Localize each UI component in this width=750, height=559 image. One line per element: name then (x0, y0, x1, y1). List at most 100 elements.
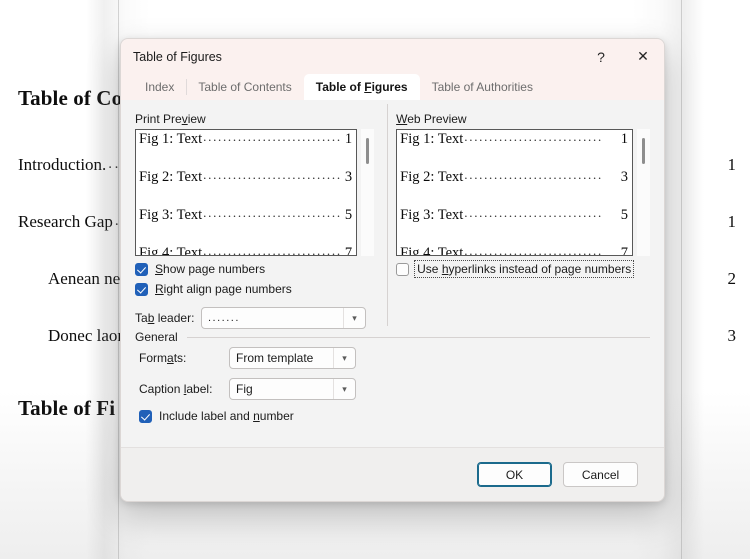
print-preview-box[interactable]: Fig 1: Text ............................… (135, 129, 357, 256)
preview-row-text: Fig 4: Text (400, 245, 463, 256)
formats-row: Formats: From template ▾ (135, 347, 650, 369)
preview-row-page: 7 (345, 245, 352, 256)
preview-row-leader: ............................ (464, 129, 619, 145)
preview-row-page: 5 (621, 207, 628, 224)
preview-row-leader: ............................ (203, 243, 344, 256)
preview-row: Fig 4: Text ............................… (400, 245, 628, 256)
toc-entry-page: 1 (728, 155, 737, 175)
toc-entry-text: Aenean ne (48, 269, 120, 289)
dialog-title: Table of Figures (133, 50, 580, 64)
tab-table-of-figures[interactable]: Table of Figures (304, 74, 420, 100)
preview-panes: Print Preview Fig 1: Text ..............… (135, 112, 650, 329)
use-hyperlinks-row[interactable]: Use hyperlinks instead of page numbers (396, 262, 650, 276)
toc-entry-text: Research Gap (18, 212, 113, 232)
dialog-tabstrip: Index Table of Contents Table of Figures… (121, 74, 664, 100)
preview-row-leader: ............................ (203, 205, 344, 221)
preview-row-page: 5 (345, 207, 352, 224)
preview-row: Fig 3: Text ............................… (400, 207, 628, 245)
include-label-and-number-row[interactable]: Include label and number (135, 409, 650, 423)
dialog-footer: OK Cancel (121, 447, 664, 501)
preview-row: Fig 2: Text ............................… (139, 169, 352, 207)
preview-row-text: Fig 4: Text (139, 245, 202, 256)
tab-leader-select[interactable]: ....... ▾ (201, 307, 366, 329)
print-preview-label: Print Preview (135, 112, 374, 126)
preview-row: Fig 4: Text ............................… (139, 245, 352, 256)
tab-leader-value: ....... (202, 312, 343, 324)
toc-entry-page: 1 (728, 212, 737, 232)
print-preview-wrap: Fig 1: Text ............................… (135, 129, 374, 256)
tab-index[interactable]: Index (133, 74, 186, 100)
caption-label-row: Caption label: Fig ▾ (135, 378, 650, 400)
tab-table-of-authorities[interactable]: Table of Authorities (420, 74, 545, 100)
web-preview-scrollbar[interactable] (637, 129, 650, 256)
tab-leader-label: Tab leader: (135, 311, 201, 325)
ok-button[interactable]: OK (477, 462, 552, 487)
include-label-and-number-checkbox[interactable] (139, 410, 152, 423)
right-align-page-numbers-checkbox[interactable] (135, 283, 148, 296)
right-align-page-numbers-label: Right align page numbers (155, 282, 292, 296)
help-icon[interactable]: ? (580, 40, 622, 74)
preview-row-page: 3 (345, 169, 352, 186)
cancel-button[interactable]: Cancel (563, 462, 638, 487)
use-hyperlinks-checkbox[interactable] (396, 263, 409, 276)
preview-row-page: 3 (621, 169, 628, 186)
tab-leader-row: Tab leader: ....... ▾ (135, 307, 374, 329)
formats-label: Formats: (139, 351, 229, 365)
pane-divider (387, 104, 388, 326)
web-preview-pane: Web Preview Fig 1: Text ................… (396, 112, 650, 329)
preview-row-text: Fig 2: Text (400, 169, 463, 186)
preview-row-page: 7 (621, 245, 628, 256)
page-edge-left (118, 0, 119, 559)
chevron-down-icon[interactable]: ▾ (333, 348, 355, 368)
preview-row-text: Fig 1: Text (400, 131, 463, 148)
dialog-content: Print Preview Fig 1: Text ..............… (121, 100, 664, 475)
close-icon[interactable]: ✕ (622, 40, 664, 74)
preview-row: Fig 2: Text ............................… (400, 169, 628, 207)
preview-row-leader: ............................ (464, 205, 619, 221)
general-legend: General (135, 330, 185, 344)
preview-row-page: 1 (621, 131, 628, 148)
general-rule (187, 337, 650, 338)
right-align-page-numbers-row[interactable]: Right align page numbers (135, 282, 374, 296)
web-preview-label: Web Preview (396, 112, 650, 126)
scrollbar-thumb[interactable] (642, 138, 645, 164)
preview-row-text: Fig 1: Text (139, 131, 202, 148)
scrollbar-thumb[interactable] (366, 138, 369, 164)
show-page-numbers-label: Show page numbers (155, 262, 265, 276)
preview-row-leader: ............................ (203, 167, 344, 183)
general-group: General Formats: From template ▾ Caption… (135, 330, 650, 423)
toc-entry-text: Donec laor (48, 326, 123, 346)
preview-row-leader: ............................ (464, 243, 619, 256)
preview-row: Fig 3: Text ............................… (139, 207, 352, 245)
preview-row: Fig 1: Text ............................… (139, 131, 352, 169)
preview-row-text: Fig 2: Text (139, 169, 202, 186)
preview-row-leader: ............................ (203, 129, 344, 145)
formats-select[interactable]: From template ▾ (229, 347, 356, 369)
page-edge-right (681, 0, 682, 559)
preview-row-page: 1 (345, 131, 352, 148)
table-of-figures-dialog: Table of Figures ? ✕ Index Table of Cont… (120, 38, 665, 502)
tab-table-of-contents[interactable]: Table of Contents (186, 74, 303, 100)
toc-entry-page: 3 (728, 326, 737, 346)
preview-row: Fig 1: Text ............................… (400, 131, 628, 169)
web-preview-wrap: Fig 1: Text ............................… (396, 129, 650, 256)
use-hyperlinks-label: Use hyperlinks instead of page numbers (416, 262, 632, 276)
toc-entry-text: Introduction. (18, 155, 106, 175)
show-page-numbers-checkbox[interactable] (135, 263, 148, 276)
show-page-numbers-row[interactable]: Show page numbers (135, 262, 374, 276)
chevron-down-icon[interactable]: ▾ (343, 308, 365, 328)
caption-label-label: Caption label: (139, 382, 229, 396)
preview-row-text: Fig 3: Text (139, 207, 202, 224)
print-preview-pane: Print Preview Fig 1: Text ..............… (135, 112, 374, 329)
formats-value: From template (230, 351, 333, 365)
chevron-down-icon[interactable]: ▾ (333, 379, 355, 399)
preview-row-text: Fig 3: Text (400, 207, 463, 224)
print-preview-scrollbar[interactable] (361, 129, 374, 256)
web-preview-box[interactable]: Fig 1: Text ............................… (396, 129, 633, 256)
caption-label-select[interactable]: Fig ▾ (229, 378, 356, 400)
preview-row-leader: ............................ (464, 167, 619, 183)
toc-entry-page: 2 (728, 269, 737, 289)
caption-label-value: Fig (230, 382, 333, 396)
include-label-and-number-label: Include label and number (159, 409, 294, 423)
dialog-titlebar: Table of Figures ? ✕ (121, 39, 664, 74)
